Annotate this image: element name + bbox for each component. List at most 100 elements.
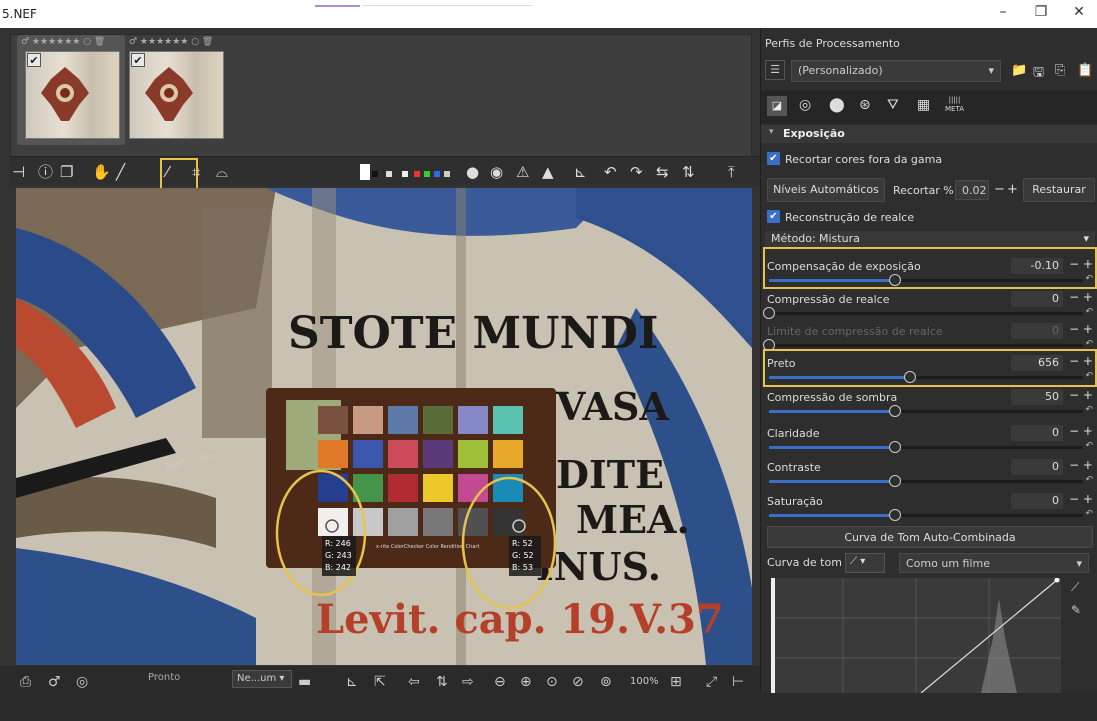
- preview-mode-icon[interactable]: ⊾: [346, 674, 358, 690]
- slider-reset-icon[interactable]: ↶: [1085, 339, 1093, 349]
- bg-black-icon[interactable]: [372, 171, 378, 177]
- slider-track[interactable]: [769, 475, 1083, 487]
- hl-recon-checkbox[interactable]: ✔: [767, 210, 780, 223]
- zoom-100-icon[interactable]: ⊚: [600, 674, 612, 690]
- curve-pick-icon[interactable]: ✎: [1071, 603, 1081, 617]
- image-preview[interactable]: STOTE MUNDI VASA DITE MEA. INUS. Levit. …: [16, 188, 752, 665]
- slider-stepper[interactable]: − +: [1069, 492, 1093, 506]
- slider-stepper[interactable]: − +: [1069, 458, 1093, 472]
- slider-value-input[interactable]: 0: [1011, 493, 1063, 509]
- fullscreen-icon[interactable]: ⤢: [706, 674, 717, 690]
- rating-stars[interactable]: ♂ ★★★★★★ ○ 🗑: [21, 37, 105, 47]
- slider-track[interactable]: [763, 307, 1083, 319]
- tonecurve-mode-dropdown[interactable]: Como um filme ▾: [899, 553, 1089, 573]
- info-icon[interactable]: ⓘ: [38, 162, 53, 182]
- shadow-warning-icon[interactable]: ◉: [490, 162, 503, 182]
- toggle-panel-icon[interactable]: ⊢: [732, 674, 744, 690]
- flip-horizontal-icon[interactable]: ⇆: [656, 162, 669, 182]
- minimize-button[interactable]: –: [988, 4, 1018, 24]
- metadata-tab-icon[interactable]: ||||| META: [945, 96, 964, 114]
- method-dropdown[interactable]: Método: Mistura ▾: [765, 231, 1095, 247]
- slider-knob[interactable]: [888, 405, 901, 417]
- neutral-dropdown[interactable]: Ne...um ▾: [232, 670, 292, 688]
- hand-tool-icon[interactable]: ✋: [92, 162, 111, 182]
- editor-icon[interactable]: ◎: [76, 674, 88, 690]
- warning-filled-icon[interactable]: ▲: [542, 162, 554, 182]
- zoom-in-icon[interactable]: ⊕: [520, 674, 532, 690]
- next-image-icon[interactable]: ⇨: [462, 674, 474, 690]
- slider-knob[interactable]: [888, 475, 901, 487]
- slider-reset-icon[interactable]: ↶: [1085, 475, 1093, 485]
- new-detail-window-icon[interactable]: ⊞: [670, 674, 682, 690]
- flip-vertical-icon[interactable]: ⇅: [682, 162, 695, 182]
- curve-type-dropdown[interactable]: ⟋ ▾: [845, 553, 885, 573]
- channel-green-icon[interactable]: [424, 171, 430, 177]
- slider-value-input[interactable]: 0: [1011, 459, 1063, 475]
- copy-profile-icon[interactable]: ⎘: [1055, 63, 1065, 78]
- channel-blue-icon[interactable]: [434, 171, 440, 177]
- white-balance-picker-icon[interactable]: ╱: [116, 162, 125, 182]
- thumbnail-1[interactable]: ♂ ★★★★★★ ○ 🗑 ✔: [17, 35, 125, 145]
- color-tab-icon[interactable]: ⬤: [829, 97, 845, 113]
- slider-knob[interactable]: [888, 441, 901, 453]
- send-to-queue-icon[interactable]: ♂: [48, 674, 61, 690]
- curve-edit-icon[interactable]: ⟋: [1071, 580, 1079, 595]
- slider-stepper[interactable]: − +: [1069, 322, 1093, 336]
- zoom-fill-icon[interactable]: ⊘: [572, 674, 584, 690]
- slider-track[interactable]: [769, 405, 1083, 417]
- close-button[interactable]: ✕: [1064, 4, 1094, 24]
- slider-value-input[interactable]: 0: [1011, 425, 1063, 441]
- slider-reset-icon[interactable]: ↶: [1085, 441, 1093, 451]
- bg-white-icon[interactable]: [360, 164, 370, 180]
- open-profile-icon[interactable]: 📁: [1011, 63, 1027, 78]
- slider-stepper[interactable]: − +: [1069, 424, 1093, 438]
- lock-icon[interactable]: ⇱: [374, 674, 386, 690]
- profile-dropdown[interactable]: (Personalizado) ▾: [791, 60, 1001, 82]
- profile-list-icon[interactable]: ☰: [765, 60, 785, 80]
- sync-icon[interactable]: ⇅: [436, 674, 448, 690]
- slider-value-input[interactable]: 50: [1011, 389, 1063, 405]
- split-view-icon[interactable]: ⊣: [12, 162, 25, 182]
- bg-grey-icon[interactable]: [386, 171, 392, 177]
- warning-icon[interactable]: ⚠: [516, 162, 529, 182]
- upload-icon[interactable]: ⤒: [728, 162, 735, 182]
- slider-reset-icon[interactable]: ↶: [1085, 509, 1093, 519]
- advanced-tab-icon[interactable]: ⊛: [859, 97, 871, 113]
- thumbnail-2[interactable]: ♂ ★★★★★★ ○ 🗑 ✔: [125, 35, 233, 145]
- save-profile-icon[interactable]: 🖫: [1033, 63, 1044, 85]
- transform-tab-icon[interactable]: ⛛: [887, 97, 899, 113]
- slider-stepper[interactable]: − +: [1069, 388, 1093, 402]
- auto-levels-button[interactable]: Níveis Automáticos: [767, 178, 885, 202]
- detail-tab-icon[interactable]: ◎: [799, 97, 811, 113]
- prev-image-icon[interactable]: ⇦: [408, 674, 420, 690]
- tonecurve-graph[interactable]: [771, 577, 1061, 694]
- focus-mask-icon[interactable]: ●: [466, 162, 479, 182]
- channel-lum-icon[interactable]: [444, 171, 450, 177]
- slider-knob[interactable]: [763, 307, 775, 319]
- tonecurve-auto-button[interactable]: Curva de Tom Auto-Combinada: [767, 526, 1093, 548]
- rating-stars[interactable]: ♂ ★★★★★★ ○ 🗑: [129, 37, 213, 47]
- histogram-icon[interactable]: ⊾: [574, 162, 587, 182]
- straighten-icon[interactable]: ⌓: [216, 162, 228, 182]
- bg-light-icon[interactable]: [402, 171, 408, 177]
- rotate-left-icon[interactable]: ↶: [604, 162, 617, 182]
- clip-checkbox[interactable]: ✔: [767, 152, 780, 165]
- before-after-icon[interactable]: ❐: [60, 162, 73, 182]
- channel-red-icon[interactable]: [414, 171, 420, 177]
- slider-track[interactable]: [769, 509, 1083, 521]
- slider-reset-icon[interactable]: ↶: [1085, 307, 1093, 317]
- clip-percent-input[interactable]: 0.02: [955, 180, 989, 200]
- slider-track[interactable]: [769, 441, 1083, 453]
- restore-button[interactable]: ❐: [1026, 4, 1056, 24]
- paste-profile-icon[interactable]: 📋: [1077, 63, 1093, 78]
- slider-track[interactable]: [763, 339, 1083, 351]
- toggle-icon[interactable]: ▬: [298, 674, 311, 690]
- rotate-right-icon[interactable]: ↷: [630, 162, 643, 182]
- raw-tab-icon[interactable]: ▦: [917, 97, 930, 113]
- zoom-out-icon[interactable]: ⊖: [494, 674, 506, 690]
- slider-value-input[interactable]: 0: [1011, 323, 1063, 339]
- clip-plus-button[interactable]: +: [1007, 182, 1018, 197]
- clip-minus-button[interactable]: −: [994, 182, 1005, 197]
- save-icon[interactable]: ⎙: [20, 674, 31, 690]
- reset-button[interactable]: Restaurar: [1023, 178, 1095, 202]
